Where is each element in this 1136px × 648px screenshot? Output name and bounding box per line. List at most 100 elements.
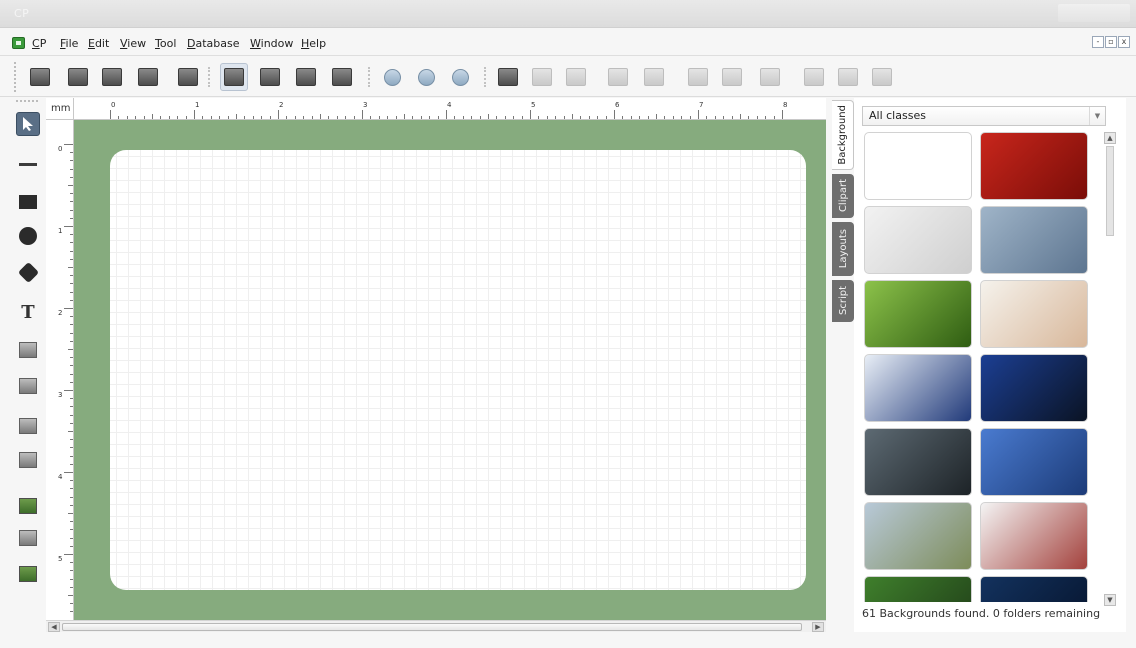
star-tool[interactable] xyxy=(16,260,40,284)
zoom-in-icon xyxy=(383,68,401,86)
menu-help[interactable]: Help xyxy=(301,37,326,50)
new-card-button[interactable] xyxy=(26,63,54,91)
tab-script[interactable]: Script xyxy=(832,280,854,322)
background-thumbnail[interactable] xyxy=(864,132,972,200)
ruler-tick xyxy=(563,116,565,119)
app-icon[interactable] xyxy=(12,37,25,49)
counter-tool[interactable] xyxy=(16,338,40,362)
background-thumbnail[interactable] xyxy=(980,280,1088,348)
rectangle-tool[interactable] xyxy=(16,190,40,214)
ruler-tick xyxy=(462,116,464,119)
minimize-button[interactable]: - xyxy=(1092,36,1104,48)
save-as-button[interactable] xyxy=(134,63,162,91)
ruler-tick xyxy=(70,422,73,424)
background-thumbnail[interactable] xyxy=(864,576,972,602)
ruler-tick xyxy=(70,217,73,219)
zoom-out-button[interactable] xyxy=(412,63,440,91)
ruler-tick xyxy=(70,365,73,367)
card-canvas[interactable] xyxy=(110,150,806,590)
select-tool[interactable] xyxy=(16,112,40,136)
background-tool[interactable] xyxy=(16,562,40,586)
date-tool[interactable] xyxy=(16,374,40,398)
menu-file[interactable]: File xyxy=(60,37,78,50)
qrcode-tool[interactable] xyxy=(16,448,40,472)
chevron-down-icon[interactable]: ▼ xyxy=(1089,107,1105,125)
lock-button[interactable] xyxy=(868,63,896,91)
menu-edit[interactable]: Edit xyxy=(88,37,109,50)
tab-background[interactable]: Background xyxy=(832,100,854,170)
ruler-tick xyxy=(70,545,73,547)
background-thumbnail[interactable] xyxy=(864,428,972,496)
ellipse-tool[interactable] xyxy=(16,224,40,248)
send-back-button[interactable] xyxy=(834,63,862,91)
ruler-tick xyxy=(731,116,733,119)
image-tool[interactable] xyxy=(16,494,40,518)
scroll-thumb[interactable] xyxy=(62,623,802,631)
distribute-v-button[interactable] xyxy=(756,63,784,91)
background-thumbnail[interactable] xyxy=(864,354,972,422)
ruler-tick xyxy=(320,114,321,119)
scroll-up-icon[interactable]: ▲ xyxy=(1104,132,1116,144)
open-button[interactable] xyxy=(64,63,92,91)
camera-tool[interactable] xyxy=(16,526,40,550)
ruler-tick xyxy=(756,116,758,119)
background-thumbnail[interactable] xyxy=(980,132,1088,200)
align-bottom-button[interactable] xyxy=(684,63,712,91)
side-tabs: Background Clipart Layouts Script xyxy=(832,98,854,328)
align-top-button[interactable] xyxy=(604,63,632,91)
align-right-button[interactable] xyxy=(562,63,590,91)
restore-button[interactable]: ▫ xyxy=(1105,36,1117,48)
toolbar-grip[interactable] xyxy=(14,62,18,92)
scroll-right-icon[interactable]: ▶ xyxy=(812,622,824,632)
ruler-tick xyxy=(521,116,523,119)
scroll-left-icon[interactable]: ◀ xyxy=(48,622,60,632)
menu-view[interactable]: View xyxy=(120,37,146,50)
horizontal-scrollbar[interactable]: ◀ ▶ xyxy=(46,620,826,632)
tab-clipart[interactable]: Clipart xyxy=(832,174,854,218)
tools-grip[interactable] xyxy=(16,100,38,102)
text-tool[interactable]: T xyxy=(16,300,40,324)
zoom-fit-button[interactable] xyxy=(446,63,474,91)
class-filter-select[interactable]: All classes ▼ xyxy=(862,106,1106,126)
align-center-button[interactable] xyxy=(528,63,556,91)
ruler-tick xyxy=(70,324,73,326)
vertical-scrollbar[interactable]: ▲ ▼ xyxy=(1104,132,1116,606)
background-thumbnail[interactable] xyxy=(980,428,1088,496)
vertical-scroll-thumb[interactable] xyxy=(1106,146,1114,236)
barcode-tool[interactable] xyxy=(16,414,40,438)
background-thumbnail[interactable] xyxy=(980,354,1088,422)
ruler-tick xyxy=(68,431,73,432)
ruler-tick xyxy=(70,611,73,613)
background-thumbnail[interactable] xyxy=(864,280,972,348)
bring-front-button[interactable] xyxy=(800,63,828,91)
align-middle-button[interactable] xyxy=(640,63,668,91)
align-left-button[interactable] xyxy=(494,63,522,91)
menu-window[interactable]: Window xyxy=(250,37,293,50)
database-button[interactable] xyxy=(292,63,320,91)
ruler-tick xyxy=(294,116,296,119)
background-thumbnail[interactable] xyxy=(864,206,972,274)
background-thumbnail[interactable] xyxy=(980,502,1088,570)
print-button[interactable] xyxy=(174,63,202,91)
background-thumbnail[interactable] xyxy=(980,206,1088,274)
ruler-tick xyxy=(70,176,73,178)
window-controls[interactable] xyxy=(1058,4,1130,22)
ruler-tick xyxy=(70,406,73,408)
tab-layouts[interactable]: Layouts xyxy=(832,222,854,276)
line-tool[interactable] xyxy=(16,152,40,176)
menu-database[interactable]: Database xyxy=(187,37,240,50)
menu-app[interactable]: CP xyxy=(32,37,46,50)
background-thumbnail[interactable] xyxy=(980,576,1088,602)
ruler-tick xyxy=(68,513,73,514)
distribute-h-button[interactable] xyxy=(718,63,746,91)
align-middle-icon xyxy=(644,68,664,86)
close-button[interactable]: x xyxy=(1118,36,1130,48)
background-thumbnail[interactable] xyxy=(864,502,972,570)
zoom-in-button[interactable] xyxy=(378,63,406,91)
scroll-down-icon[interactable]: ▼ xyxy=(1104,594,1116,606)
save-button[interactable] xyxy=(98,63,126,91)
card-front-button[interactable] xyxy=(220,63,248,91)
menu-tool[interactable]: Tool xyxy=(155,37,176,50)
card-back-button[interactable] xyxy=(256,63,284,91)
preview-button[interactable] xyxy=(328,63,356,91)
